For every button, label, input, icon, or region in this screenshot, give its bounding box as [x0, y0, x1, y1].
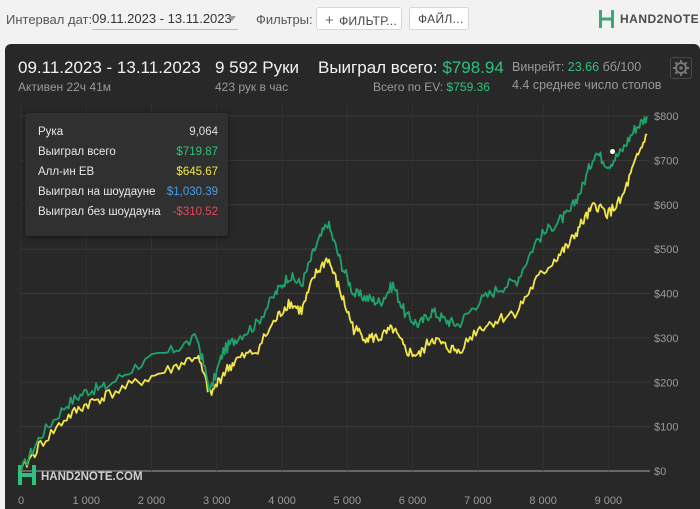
- tooltip-row-value: 9,064: [189, 126, 218, 138]
- file-button-label: ФАЙЛ...: [418, 12, 464, 26]
- date-interval-select[interactable]: 09.11.2023 - 13.11.2023: [92, 8, 238, 30]
- tooltip-row: Выиграл на шоудауне $1,030.39: [38, 186, 218, 202]
- y-tick-label: $600: [654, 200, 678, 212]
- tooltip-row-label: Выиграл всего: [38, 146, 116, 158]
- logo-icon: [599, 10, 614, 28]
- y-tick-label: $0: [654, 466, 666, 478]
- tooltip-row-label: Выиграл без шоудауна: [38, 206, 161, 218]
- y-tick-label: $200: [654, 377, 678, 389]
- add-filter-button[interactable]: + ФИЛЬТР...: [316, 7, 402, 30]
- hover-point: [610, 149, 616, 155]
- y-axis-labels: $0 $100 $200 $300 $400 $500 $600 $700 $800: [654, 111, 678, 478]
- hand2note-logo: HAND2NOTE.COM: [598, 9, 700, 29]
- hand-tooltip: Рука 9,064 Выиграл всего $719.87 Алл-ин ЕВ $6…: [25, 113, 228, 236]
- filters-label: Фильтры:: [256, 12, 313, 27]
- tooltip-row-label: Рука: [38, 126, 64, 138]
- tooltip-row-value: -$310.52: [172, 206, 218, 218]
- x-tick-label: 4 000: [268, 495, 296, 507]
- x-tick-label: 7 000: [464, 495, 492, 507]
- x-tick-label: 0: [18, 495, 24, 507]
- chevron-down-icon: [228, 16, 236, 21]
- tooltip-row: Алл-ин ЕВ $645.67: [38, 166, 218, 182]
- graph-panel: 09.11.2023 - 13.11.2023 Активен 22ч 41м …: [5, 44, 700, 509]
- x-tick-label: 3 000: [203, 495, 231, 507]
- date-interval-label: Интервал дат:: [6, 12, 93, 27]
- plus-icon: +: [325, 12, 335, 29]
- x-tick-label: 9 000: [595, 495, 623, 507]
- tooltip-row: Выиграл всего $719.87: [38, 146, 218, 162]
- y-tick-label: $300: [654, 333, 678, 345]
- y-tick-label: $100: [654, 422, 678, 434]
- logo-text: HAND2NOTE.COM: [620, 12, 700, 26]
- x-axis-labels: 0 1 000 2 000 3 000 4 000 5 000 6 000 7 000 8 00…: [18, 495, 622, 507]
- y-tick-label: $400: [654, 289, 678, 301]
- tooltip-row-value: $645.67: [176, 166, 218, 178]
- x-tick-label: 1 000: [72, 495, 100, 507]
- watermark-text: HAND2NOTE.COM: [41, 471, 143, 483]
- file-button[interactable]: ФАЙЛ...: [409, 7, 469, 30]
- chart-watermark: HAND2NOTE.COM: [18, 465, 143, 485]
- y-tick-label: $500: [654, 244, 678, 256]
- x-tick-label: 6 000: [399, 495, 427, 507]
- tooltip-row-label: Выиграл на шоудауне: [38, 186, 156, 198]
- tooltip-row-value: $1,030.39: [166, 186, 218, 198]
- tooltip-row: Рука 9,064: [38, 126, 218, 142]
- tooltip-row: Выиграл без шоудауна -$310.52: [38, 206, 218, 222]
- x-tick-label: 8 000: [529, 495, 557, 507]
- y-tick-label: $700: [654, 155, 678, 167]
- date-interval-value: 09.11.2023 - 13.11.2023: [92, 11, 232, 26]
- y-tick-label: $800: [654, 111, 678, 123]
- x-tick-label: 5 000: [334, 495, 362, 507]
- top-toolbar: Интервал дат: 09.11.2023 - 13.11.2023 Фи…: [0, 0, 700, 40]
- x-tick-label: 2 000: [138, 495, 166, 507]
- tooltip-row-label: Алл-ин ЕВ: [38, 166, 95, 178]
- add-filter-label: ФИЛЬТР...: [339, 14, 398, 28]
- tooltip-row-value: $719.87: [176, 146, 218, 158]
